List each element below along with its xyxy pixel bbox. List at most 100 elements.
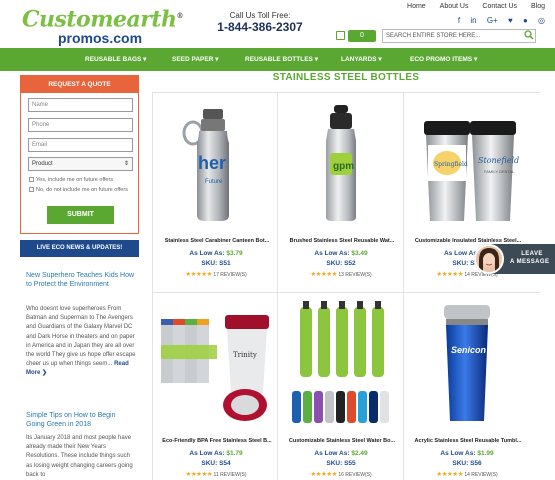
page-title: STAINLESS STEEL BOTTLES bbox=[272, 72, 420, 83]
product-sku: SKU: S51 bbox=[153, 260, 279, 267]
product-card[interactable]: Trinity Eco-Friendly BPA Free Stainless … bbox=[152, 293, 278, 480]
sku-label: SKU: bbox=[452, 460, 469, 467]
product-rating: ★★★★★ 11 REVIEW(S) bbox=[153, 470, 279, 478]
submit-button[interactable]: SUBMIT bbox=[47, 206, 114, 224]
twitter-icon[interactable]: ♥ bbox=[508, 16, 513, 25]
review-count[interactable]: 16 REVIEW(S) bbox=[338, 472, 371, 478]
product-grid: her Future Stainless Steel Carabiner Can… bbox=[152, 92, 540, 480]
svg-text:Trinity: Trinity bbox=[233, 351, 257, 359]
product-name[interactable]: Eco-Friendly BPA Free Stainless Steel B.… bbox=[157, 438, 277, 444]
product-card[interactable]: her Future Stainless Steel Carabiner Can… bbox=[152, 93, 278, 293]
svg-text:her: her bbox=[198, 153, 226, 173]
social-links: f in G+ ♥ ● ◎ bbox=[450, 16, 545, 25]
product-image[interactable]: Springfield Stonefield FAMILY DENTAL bbox=[404, 93, 530, 233]
product-name[interactable]: Acrylic Stainless Steel Reusable Tumbl..… bbox=[408, 438, 528, 444]
product-image[interactable]: her Future bbox=[153, 93, 279, 233]
product-sku: SKU: S55 bbox=[278, 460, 404, 467]
quote-heading: REQUEST A QUOTE bbox=[21, 76, 138, 93]
product-price: As Low As: $2.49 bbox=[278, 450, 404, 457]
facebook-icon[interactable]: f bbox=[458, 16, 460, 25]
product-price: As Low As: $1.79 bbox=[153, 450, 279, 457]
product-image[interactable] bbox=[278, 293, 404, 433]
sku-value: S56 bbox=[470, 460, 482, 467]
nav-label: ECO PROMO ITEMS bbox=[410, 56, 473, 63]
product-name[interactable]: Stainless Steel Carabiner Canteen Bot... bbox=[157, 238, 277, 244]
svg-text:FAMILY DENTAL: FAMILY DENTAL bbox=[484, 169, 515, 174]
site-header: Customearth® promos.com Call Us Toll Fre… bbox=[0, 0, 555, 48]
product-sku: SKU: S52 bbox=[278, 260, 404, 267]
review-count[interactable]: 14 REVIEW(S) bbox=[464, 472, 497, 478]
google-plus-icon[interactable]: G+ bbox=[487, 16, 498, 25]
product-select[interactable]: Product ⇕ bbox=[28, 157, 133, 171]
request-quote-form: REQUEST A QUOTE Name Phone Email Product… bbox=[20, 75, 139, 234]
nav-reusable-bottles[interactable]: REUSABLE BOTTLES ▾ bbox=[245, 48, 318, 71]
phone-field[interactable]: Phone bbox=[28, 118, 133, 132]
email-field[interactable]: Email bbox=[28, 138, 133, 152]
cart-button[interactable]: 0 bbox=[336, 30, 376, 42]
product-price: As Low As: $3.79 bbox=[153, 250, 279, 257]
price-label: As Low As: bbox=[314, 250, 350, 257]
search-icon[interactable] bbox=[524, 30, 534, 40]
link-blog[interactable]: Blog bbox=[531, 3, 545, 10]
price-value: $3.49 bbox=[351, 250, 368, 257]
toll-free-label: Call Us Toll Free: bbox=[229, 11, 291, 20]
main-nav: REUSABLE BAGS ▾ SEED PAPER ▾ REUSABLE BO… bbox=[0, 48, 555, 71]
product-name[interactable]: Customizable Stainless Steel Water Bo... bbox=[282, 438, 402, 444]
product-name[interactable]: Brushed Stainless Steel Reusable Wat... bbox=[282, 238, 402, 244]
price-label: As Low As: bbox=[314, 450, 350, 457]
product-card[interactable]: gpm Brushed Stainless Steel Reusable Wat… bbox=[278, 93, 404, 293]
product-card[interactable]: Senicon Acrylic Stainless Steel Reusable… bbox=[404, 293, 540, 480]
checkbox-checked-icon bbox=[29, 177, 34, 182]
nav-label: SEED PAPER bbox=[172, 56, 214, 63]
site-logo[interactable]: Customearth® promos.com bbox=[22, 4, 183, 47]
sku-label: SKU: bbox=[201, 260, 218, 267]
star-rating-icon: ★★★★★ bbox=[436, 271, 463, 278]
svg-text:Senicon: Senicon bbox=[451, 345, 487, 355]
linkedin-icon[interactable]: in bbox=[470, 16, 476, 25]
instagram-icon[interactable]: ◎ bbox=[538, 16, 545, 25]
link-home[interactable]: Home bbox=[407, 3, 426, 10]
product-sku: SKU: S56 bbox=[404, 460, 530, 467]
link-about-us[interactable]: About Us bbox=[440, 3, 469, 10]
review-count[interactable]: 11 REVIEW(S) bbox=[214, 472, 247, 478]
leave-message-widget[interactable]: LEAVE A MESSAGE bbox=[474, 244, 555, 274]
product-image[interactable]: gpm bbox=[278, 93, 404, 233]
cart-count: 0 bbox=[360, 32, 364, 39]
product-image[interactable]: Senicon bbox=[404, 293, 530, 433]
opt-in-no[interactable]: No, do not include me on future offers bbox=[29, 187, 128, 193]
product-sku: SKU: S54 bbox=[153, 460, 279, 467]
product-select-value: Product bbox=[32, 161, 53, 167]
product-card[interactable]: Customizable Stainless Steel Water Bo...… bbox=[278, 293, 404, 480]
toll-free-number[interactable]: 1-844-386-2307 bbox=[205, 20, 315, 34]
product-price: As Low As: $3.49 bbox=[278, 250, 404, 257]
chevron-down-icon: ▾ bbox=[215, 56, 219, 63]
svg-text:Future: Future bbox=[205, 179, 223, 185]
product-rating: ★★★★★ 17 REVIEW(S) bbox=[153, 270, 279, 278]
opt-in-yes[interactable]: Yes, include me on future offers bbox=[29, 177, 113, 183]
news-post-title[interactable]: New Superhero Teaches Kids How to Protec… bbox=[26, 272, 136, 289]
sku-value: S54 bbox=[219, 460, 231, 467]
pinterest-icon[interactable]: ● bbox=[523, 16, 528, 25]
logo-wordmark: Customearth bbox=[22, 6, 177, 33]
product-image[interactable]: Trinity bbox=[153, 293, 279, 433]
sku-value: S55 bbox=[344, 460, 356, 467]
logo-domain: promos.com bbox=[58, 30, 143, 47]
review-count[interactable]: 13 REVIEW(S) bbox=[338, 272, 371, 278]
news-heading: LIVE ECO NEWS & UPDATES! bbox=[20, 240, 139, 257]
link-contact-us[interactable]: Contact Us bbox=[482, 3, 517, 10]
name-field[interactable]: Name bbox=[28, 98, 133, 112]
search-input[interactable]: SEARCH ENTIRE STORE HERE... bbox=[382, 29, 536, 43]
sku-label: SKU: bbox=[326, 460, 343, 467]
nav-eco-promo-items[interactable]: ECO PROMO ITEMS ▾ bbox=[410, 48, 477, 71]
nav-reusable-bags[interactable]: REUSABLE BAGS ▾ bbox=[85, 48, 146, 71]
review-count[interactable]: 17 REVIEW(S) bbox=[213, 272, 246, 278]
news-post-title[interactable]: Simple Tips on How to Begin Going Green … bbox=[26, 412, 136, 429]
nav-label: REUSABLE BOTTLES bbox=[245, 56, 313, 63]
nav-lanyards[interactable]: LANYARDS ▾ bbox=[341, 48, 382, 71]
leave-message-line2: A MESSAGE bbox=[510, 259, 550, 265]
logo-trademark: ® bbox=[176, 11, 184, 20]
chevron-down-icon: ▾ bbox=[314, 56, 318, 63]
nav-seed-paper[interactable]: SEED PAPER ▾ bbox=[172, 48, 219, 71]
chevron-down-icon: ▾ bbox=[143, 56, 147, 63]
price-value: $1.99 bbox=[477, 450, 494, 457]
